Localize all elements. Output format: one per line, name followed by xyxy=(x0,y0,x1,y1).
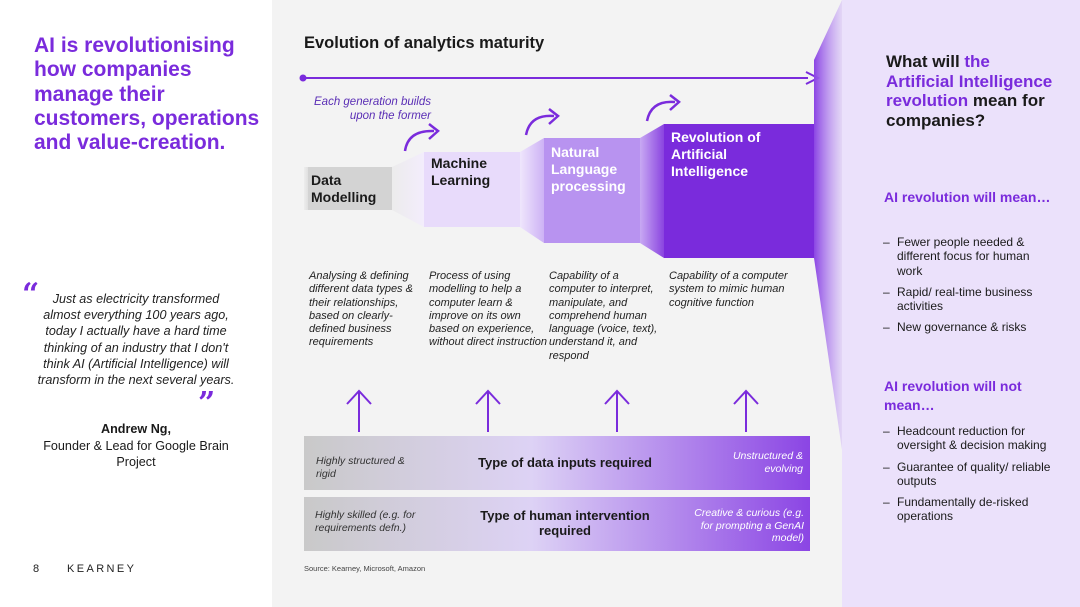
quote-author-name: Andrew Ng, xyxy=(101,422,171,436)
stage-title-machine-learning: Machine Learning xyxy=(431,155,491,188)
stage-description-nlp: Capability of a computer to interpret, m… xyxy=(549,270,658,362)
up-arrow-icon xyxy=(346,389,372,432)
stage-description-machine-learning: Process of using modelling to help a com… xyxy=(429,270,547,349)
question-part-1: What will xyxy=(886,52,965,71)
list-item-text: Headcount reduction for oversight & deci… xyxy=(897,424,1047,453)
stage-title-nlp: Natural Language processing xyxy=(551,144,626,194)
stage-title-ai-revolution: Revolution of Artificial Intelligence xyxy=(671,129,761,179)
data-bar-left-label: Highly structured & rigid xyxy=(316,455,405,480)
bullet-dash: – xyxy=(883,235,890,249)
data-bar-title: Type of data inputs required xyxy=(478,455,652,470)
headline: AI is revolutionising how companies mana… xyxy=(34,34,260,155)
list-item-text: Fewer people needed & different focus fo… xyxy=(897,235,1030,278)
up-arrow-icon xyxy=(475,389,501,432)
quote-author-role: Founder & Lead for Google Brain Project xyxy=(43,439,229,469)
list-item: – Guarantee of quality/ reliable outputs xyxy=(883,460,1053,489)
list-item: – Rapid/ real-time business activities xyxy=(883,285,1045,314)
curved-arrow-icon xyxy=(403,129,435,152)
will-not-mean-heading: AI revolution will not mean… xyxy=(884,378,1022,413)
stage-1-fold xyxy=(392,152,424,227)
bullet-dash: – xyxy=(883,495,890,510)
list-item-text: Fundamentally de-risked operations xyxy=(897,495,1029,524)
curved-arrow-icon xyxy=(524,114,555,136)
quote-text: Just as electricity transformed almost e… xyxy=(37,292,235,388)
human-bar-left-label: Highly skilled (e.g. for requirements de… xyxy=(315,509,416,534)
will-mean-list: – Fewer people needed & different focus f… xyxy=(883,235,1045,342)
ai-beam xyxy=(814,0,842,450)
bullet-dash: – xyxy=(883,424,890,438)
stage-3-fold xyxy=(640,124,664,258)
human-bar-right-label: Creative & curious (e.g. for prompting a… xyxy=(694,507,804,544)
up-arrow-icon xyxy=(733,389,759,432)
quote-close-mark: ” xyxy=(198,386,216,421)
human-bar-title: Type of human intervention required xyxy=(480,508,650,538)
list-item-text: New governance & risks xyxy=(897,320,1027,335)
bullet-dash: – xyxy=(883,284,890,299)
list-item: – Fundamentally de-risked operations xyxy=(883,495,1053,524)
up-arrow-icon xyxy=(604,389,630,432)
will-mean-heading: AI revolution will mean… xyxy=(884,189,1051,205)
will-not-mean-list: – Headcount reduction for oversight & dec… xyxy=(883,424,1053,531)
stage-title-data-modelling: Data Modelling xyxy=(311,172,377,205)
list-item-text: Rapid/ real-time business activities xyxy=(897,284,1033,314)
kearney-logo: KEARNEY xyxy=(67,563,137,575)
list-item: – Fewer people needed & different focus f… xyxy=(883,235,1045,278)
implications-question: What will the Artificial Intelligence re… xyxy=(886,52,1056,130)
source-note: Source: Kearney, Microsoft, Amazon xyxy=(304,564,426,573)
list-item: – New governance & risks xyxy=(883,320,1045,334)
page-number: 8 xyxy=(33,563,40,575)
timeline-arrow-start xyxy=(299,74,307,82)
bullet-dash: – xyxy=(883,320,890,335)
bullet-dash: – xyxy=(883,459,890,474)
generation-note: Each generation builds upon the former xyxy=(314,96,431,122)
curved-arrow-icon xyxy=(645,100,676,122)
data-bar-right-label: Unstructured & evolving xyxy=(732,450,803,475)
stage-2-fold xyxy=(520,138,544,243)
list-item: – Headcount reduction for oversight & dec… xyxy=(883,424,1053,453)
stage-description-ai-revolution: Capability of a computer system to mimic… xyxy=(669,270,788,309)
stage-description-data-modelling: Analysing & defining different data type… xyxy=(309,270,413,349)
list-item-text: Guarantee of quality/ reliable outputs xyxy=(897,459,1051,488)
